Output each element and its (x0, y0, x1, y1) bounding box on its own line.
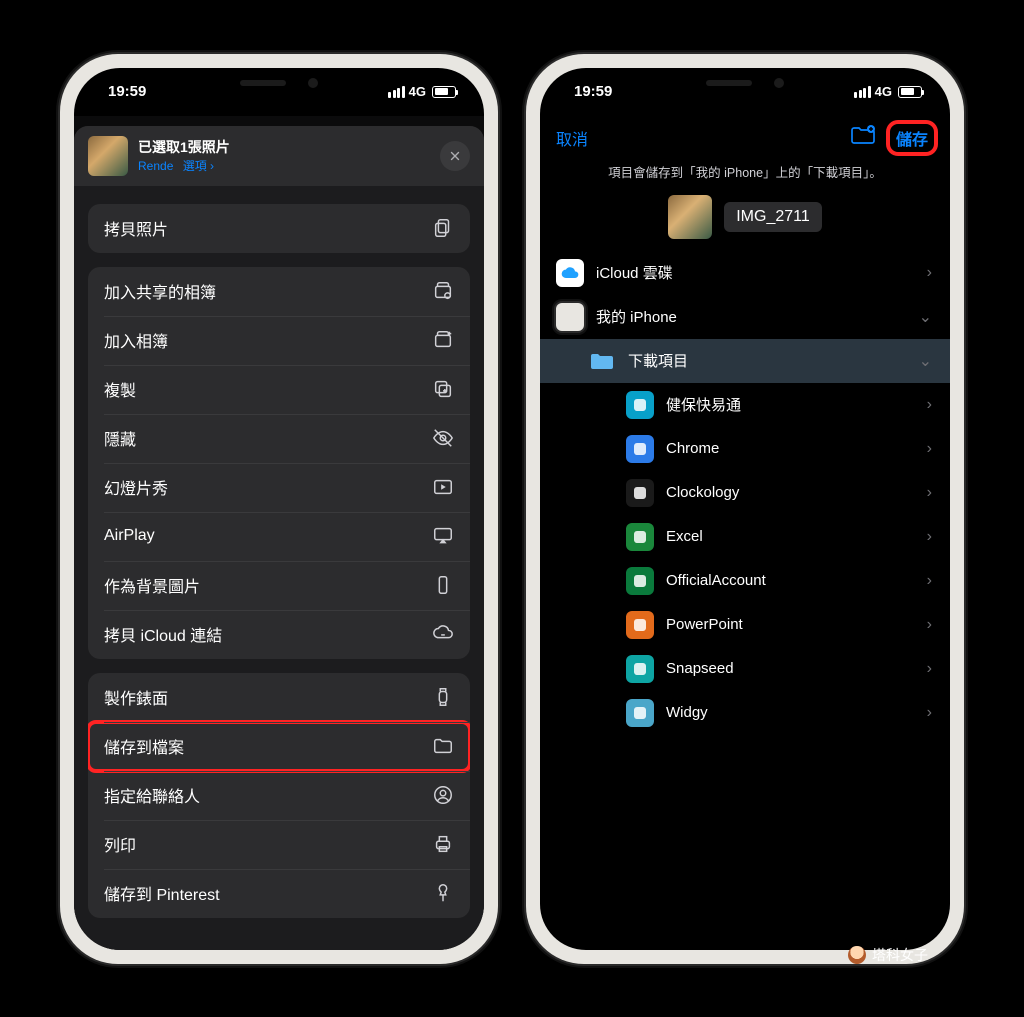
app-icon (626, 567, 654, 595)
share-sheet: 已選取1張照片 Rende 選項 › 拷貝照片 (74, 126, 484, 950)
folder-app[interactable]: 健保快易通 › (540, 383, 950, 427)
action-block: 加入共享的相簿 加入相簿 複製 (88, 267, 470, 659)
watermark-avatar-icon (848, 946, 866, 964)
app-icon (626, 611, 654, 639)
location-device[interactable]: 我的 iPhone ⌄ (540, 295, 950, 339)
watch-icon (432, 686, 454, 708)
file-thumbnail (668, 195, 712, 239)
action-airplay[interactable]: AirPlay (88, 512, 470, 561)
chevron-right-icon: › (927, 528, 932, 546)
shared-album-icon (432, 280, 454, 302)
action-add-album[interactable]: 加入相簿 (88, 316, 470, 365)
new-folder-icon[interactable] (850, 124, 876, 151)
action-block: 拷貝照片 (88, 204, 470, 253)
app-icon (626, 523, 654, 551)
phone-right: 19:59 4G 取消 儲存 項目會儲存到「我的 iPhone」上的「下載項目」… (526, 54, 964, 964)
copy-doc-icon (432, 217, 454, 239)
add-album-icon (432, 329, 454, 351)
duplicate-icon (432, 378, 454, 400)
folder-icon (432, 735, 454, 757)
chevron-right-icon: › (927, 440, 932, 458)
share-options-link[interactable]: 選項 › (183, 159, 214, 173)
screen-left: 19:59 4G 已選取1張照片 Rende 選項 › (74, 68, 484, 950)
file-name-field[interactable]: IMG_2711 (724, 202, 822, 232)
cloud-link-icon (432, 623, 454, 645)
icloud-icon (556, 259, 584, 287)
app-icon (626, 655, 654, 683)
app-icon (626, 391, 654, 419)
file-preview: IMG_2711 (540, 189, 950, 251)
signal-bars-icon (388, 86, 405, 98)
status-right: 4G (388, 84, 456, 99)
location-icloud[interactable]: iCloud 雲碟 › (540, 251, 950, 295)
signal-bars-icon (854, 86, 871, 98)
chevron-right-icon: › (927, 264, 932, 282)
folder-app[interactable]: PowerPoint › (540, 603, 950, 647)
status-time: 19:59 (108, 83, 146, 100)
print-icon (432, 833, 454, 855)
action-wallpaper[interactable]: 作為背景圖片 (88, 561, 470, 610)
contact-icon (432, 784, 454, 806)
folder-app[interactable]: Chrome › (540, 427, 950, 471)
action-hide[interactable]: 隱藏 (88, 414, 470, 463)
folder-app[interactable]: Snapseed › (540, 647, 950, 691)
chevron-right-icon: › (927, 396, 932, 414)
phone-left: 19:59 4G 已選取1張照片 Rende 選項 › (60, 54, 498, 964)
chevron-right-icon: › (927, 572, 932, 590)
action-create-watchface[interactable]: 製作錶面 (88, 673, 470, 722)
share-header-sub: Rende 選項 › (138, 157, 430, 174)
save-destination-hint: 項目會儲存到「我的 iPhone」上的「下載項目」。 (540, 160, 950, 189)
status-right: 4G (854, 84, 922, 99)
action-save-to-pinterest[interactable]: 儲存到 Pinterest (88, 869, 470, 918)
cancel-button[interactable]: 取消 (556, 126, 588, 150)
status-time: 19:59 (574, 83, 612, 100)
locations-tree: iCloud 雲碟 › 我的 iPhone ⌄ 下載項目 ⌄ 健保 (540, 251, 950, 735)
chevron-right-icon: › (927, 616, 932, 634)
action-duplicate[interactable]: 複製 (88, 365, 470, 414)
folder-icon (588, 347, 616, 375)
eye-slash-icon (432, 427, 454, 449)
action-copy-icloud-link[interactable]: 拷貝 iCloud 連結 (88, 610, 470, 659)
battery-icon (898, 86, 922, 98)
action-assign-to-contact[interactable]: 指定給聯絡人 (88, 771, 470, 820)
network-label: 4G (409, 84, 426, 99)
share-thumbnail (88, 136, 128, 176)
folder-downloads[interactable]: 下載項目 ⌄ (540, 339, 950, 383)
wallpaper-icon (432, 574, 454, 596)
slideshow-icon (432, 476, 454, 498)
close-icon[interactable] (440, 141, 470, 171)
share-sheet-dim: 已選取1張照片 Rende 選項 › 拷貝照片 (74, 116, 484, 950)
action-block: 製作錶面 儲存到檔案 指定給聯絡人 (88, 673, 470, 918)
pin-icon (432, 882, 454, 904)
save-button[interactable]: 儲存 (890, 124, 934, 152)
app-icon (626, 479, 654, 507)
screen-right: 19:59 4G 取消 儲存 項目會儲存到「我的 iPhone」上的「下載項目」… (540, 68, 950, 950)
folder-app[interactable]: Widgy › (540, 691, 950, 735)
chevron-down-icon: ⌄ (919, 351, 932, 371)
action-copy-photo[interactable]: 拷貝照片 (88, 204, 470, 253)
nav-bar: 取消 儲存 (540, 116, 950, 160)
folder-app[interactable]: OfficialAccount › (540, 559, 950, 603)
chevron-right-icon: › (927, 484, 932, 502)
chevron-down-icon: ⌄ (919, 307, 932, 327)
share-header: 已選取1張照片 Rende 選項 › (74, 126, 484, 186)
action-add-shared-album[interactable]: 加入共享的相簿 (88, 267, 470, 316)
chevron-right-icon: › (927, 704, 932, 722)
app-icon (626, 435, 654, 463)
battery-icon (432, 86, 456, 98)
app-icon (626, 699, 654, 727)
airplay-icon (432, 525, 454, 547)
notch (660, 68, 830, 98)
network-label: 4G (875, 84, 892, 99)
notch (194, 68, 364, 98)
chevron-right-icon: › (927, 660, 932, 678)
action-print[interactable]: 列印 (88, 820, 470, 869)
action-slideshow[interactable]: 幻燈片秀 (88, 463, 470, 512)
folder-app[interactable]: Clockology › (540, 471, 950, 515)
action-save-to-files[interactable]: 儲存到檔案 (88, 722, 470, 771)
watermark: 塔科女子 (848, 945, 928, 965)
iphone-icon (556, 303, 584, 331)
folder-app[interactable]: Excel › (540, 515, 950, 559)
share-header-title: 已選取1張照片 (138, 137, 430, 157)
